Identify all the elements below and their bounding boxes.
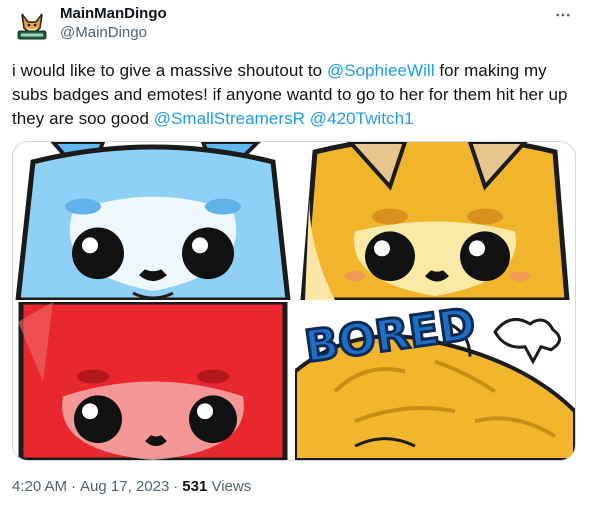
mention-link[interactable]: @SmallStreamersR: [154, 109, 305, 128]
yellow-fox-emote[interactable]: [295, 142, 575, 300]
bored-emote[interactable]: BORED: [295, 302, 575, 460]
tweet-text-part: i would like to give a massive shoutout …: [12, 61, 327, 80]
mention-link[interactable]: @420Twitch1: [310, 109, 414, 128]
tweet: MainManDingo @MainDingo i would like to …: [0, 0, 592, 508]
tweet-text: i would like to give a massive shoutout …: [12, 59, 577, 131]
tweet-date[interactable]: Aug 17, 2023: [80, 478, 169, 495]
tweet-meta: 4:20 AM · Aug 17, 2023 · 531 Views: [12, 477, 251, 497]
views-label: Views: [211, 478, 252, 495]
media-grid: BORED: [12, 141, 576, 461]
more-button[interactable]: [552, 4, 574, 26]
separator: ·: [71, 478, 77, 495]
more-horizontal-icon: [556, 13, 570, 17]
author-header: MainManDingo @MainDingo: [60, 5, 167, 43]
mention-link[interactable]: @SophieeWill: [327, 61, 435, 80]
author-handle[interactable]: @MainDingo: [60, 23, 167, 43]
author-display-name[interactable]: MainManDingo: [60, 5, 167, 23]
blue-fox-emote[interactable]: [13, 142, 293, 300]
red-fox-emote[interactable]: [13, 302, 293, 460]
avatar[interactable]: [12, 6, 52, 46]
separator: ·: [173, 478, 179, 495]
tweet-time[interactable]: 4:20 AM: [12, 478, 67, 495]
views-count: 531: [182, 478, 208, 495]
